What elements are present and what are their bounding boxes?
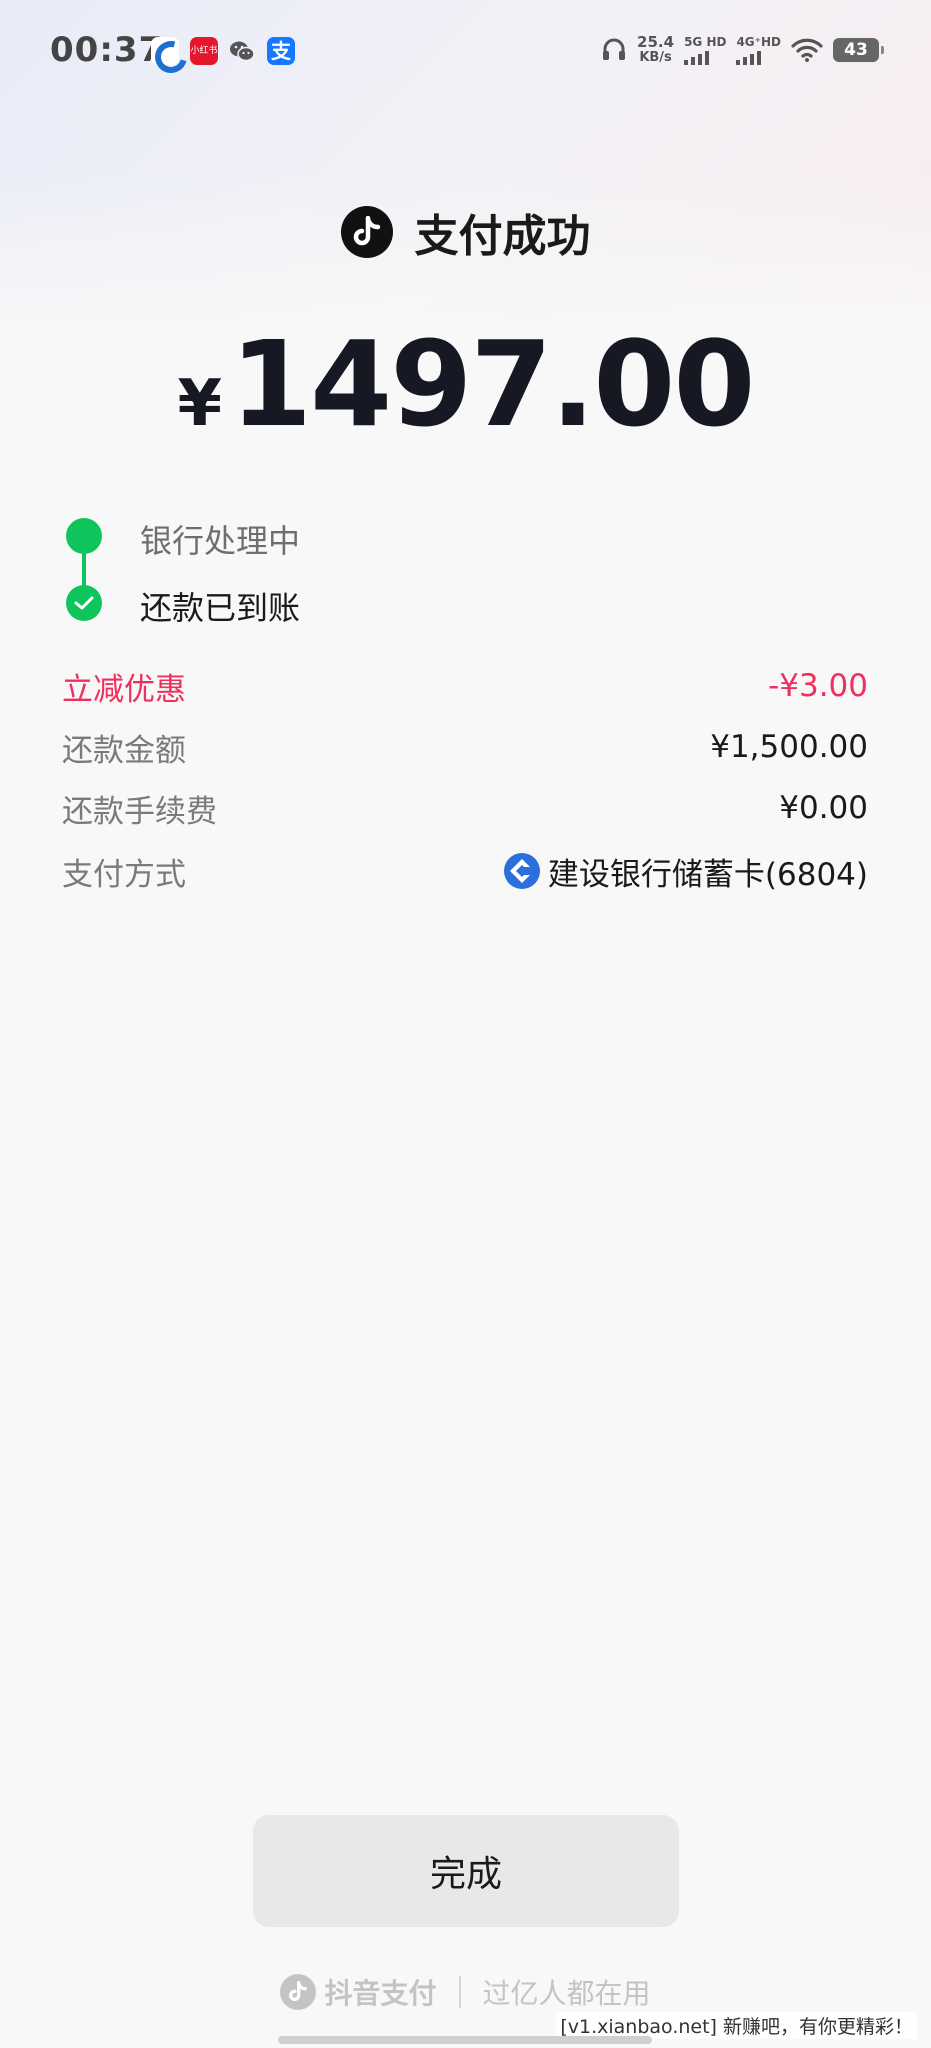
payment-result-header: 支付成功 [0,200,931,264]
page-title: 支付成功 [414,211,591,262]
signal-bars-icon [736,50,781,65]
payment-amount: ¥1497.00 [0,315,931,453]
brand-slogan: 过亿人都在用 [482,1977,651,2010]
detail-label: 支付方式 [62,856,186,893]
footer-divider [458,1976,461,2008]
red-app-icon: 小红书 [190,37,218,65]
detail-row-repay-amount: 还款金额 ¥1,500.00 [62,722,868,772]
brand-name: 抖音支付 [324,1977,437,2010]
signal-bars-icon [684,50,726,65]
payment-method-text: 建设银行储蓄卡(6804) [547,856,868,893]
status-indicators: 25.4 KB/s 5G HD 4G⁺HD 43 [601,30,884,70]
detail-label: 还款手续费 [62,793,217,830]
payment-method-value: 建设银行储蓄卡(6804) [503,849,868,894]
detail-label: 还款金额 [62,732,186,769]
detail-row-payment-method: 支付方式 建设银行储蓄卡(6804) [62,846,868,896]
alipay-icon: 支 [267,37,295,65]
watermark-text: [v1.xianbao.net] 新赚吧，有你更精彩！ [556,2012,917,2039]
sim1-signal: 5G HD [684,35,726,65]
wifi-icon [791,38,823,62]
timeline-step-label: 银行处理中 [140,522,301,560]
check-circle-icon [66,585,102,621]
amount-value: 1497.00 [230,315,755,453]
detail-value: ¥1,500.00 [710,729,868,765]
net-speed: 25.4 KB/s [637,33,675,65]
timeline-step-label: 还款已到账 [140,589,301,627]
detail-value: ¥0.00 [779,790,868,826]
headphones-icon [603,38,626,60]
home-indicator[interactable] [278,2036,652,2044]
battery-indicator: 43 [833,38,884,62]
timeline-connector [82,550,86,590]
detail-row-fee: 还款手续费 ¥0.00 [62,783,868,833]
status-bar: 00:37 小红书 支 25.4 KB/s 5G HD 4G⁺HD 43 [0,0,931,100]
step-dot-icon [66,518,102,554]
progress-timeline: 银行处理中 还款已到账 [62,510,882,630]
ccb-bank-icon [503,853,540,889]
done-button[interactable]: 完成 [253,1815,679,1927]
detail-value: -¥3.00 [768,668,868,704]
detail-label: 立减优惠 [62,671,186,708]
sim2-signal: 4G⁺HD [736,35,781,65]
status-time: 00:37 [50,30,164,70]
footer-branding: 抖音支付 过亿人都在用 [0,1972,931,2012]
tiktok-icon [280,1974,317,2010]
ccb-icon [151,37,179,65]
douyin-pay-brand: 抖音支付 [280,1972,437,2012]
wechat-icon [228,37,256,65]
tiktok-icon [340,206,393,258]
detail-row-discount: 立减优惠 -¥3.00 [62,661,868,711]
currency-symbol: ¥ [177,367,223,441]
